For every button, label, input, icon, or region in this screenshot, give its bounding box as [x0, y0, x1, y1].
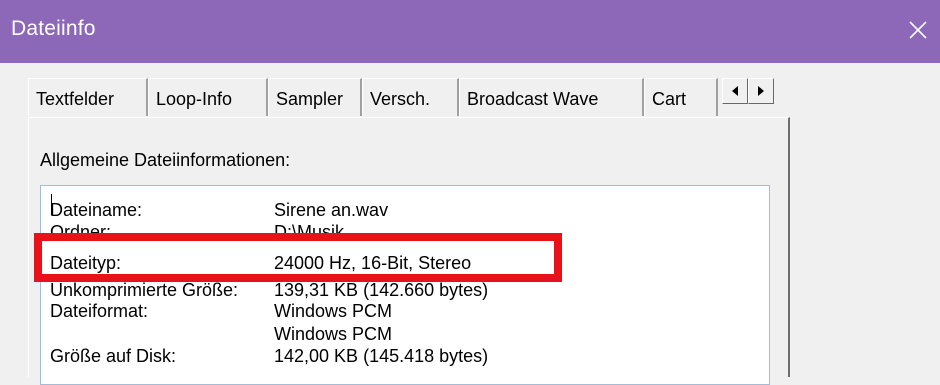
field-label: Größe auf Disk: [50, 346, 177, 366]
tab-scroll-control [722, 78, 778, 110]
tab-broadcast-wave[interactable]: Broadcast Wave [459, 78, 644, 116]
file-info-list[interactable]: Dateiname: Sirene an.wav Ordner: D:\Musi… [40, 185, 770, 385]
field-label: Dateiname: [50, 200, 143, 220]
tab-textfelder[interactable]: Textfelder [28, 78, 148, 116]
highlight-box [34, 233, 562, 282]
field-label: Dateiformat: [50, 301, 149, 321]
list-item: Größe auf Disk: 142,00 KB (145.418 bytes… [41, 344, 769, 368]
list-item: Dateiname: Sirene an.wav [41, 198, 769, 222]
tab-scroll-left-button[interactable] [722, 78, 748, 104]
tab-scroll-right-button[interactable] [748, 78, 774, 104]
tab-versch[interactable]: Versch. [362, 78, 459, 116]
close-icon [909, 21, 927, 39]
field-value: Sirene an.wav [274, 200, 389, 220]
arrow-right-icon [758, 86, 764, 96]
tab-loop-info[interactable]: Loop-Info [148, 78, 268, 116]
window-title: Dateiinfo [11, 17, 96, 40]
field-value: Windows PCM [274, 324, 393, 344]
list-item: Dateiformat: Windows PCM [41, 299, 769, 323]
list-item: Windows PCM [41, 322, 769, 346]
tab-sampler[interactable]: Sampler [268, 78, 362, 116]
field-value: 142,00 KB (145.418 bytes) [274, 346, 489, 366]
title-bar: Dateiinfo [0, 0, 940, 63]
field-value: Windows PCM [274, 301, 393, 321]
tab-cart[interactable]: Cart [644, 78, 718, 116]
section-label: Allgemeine Dateiinformationen: [40, 150, 291, 170]
close-button[interactable] [894, 0, 940, 63]
arrow-left-icon [732, 86, 738, 96]
